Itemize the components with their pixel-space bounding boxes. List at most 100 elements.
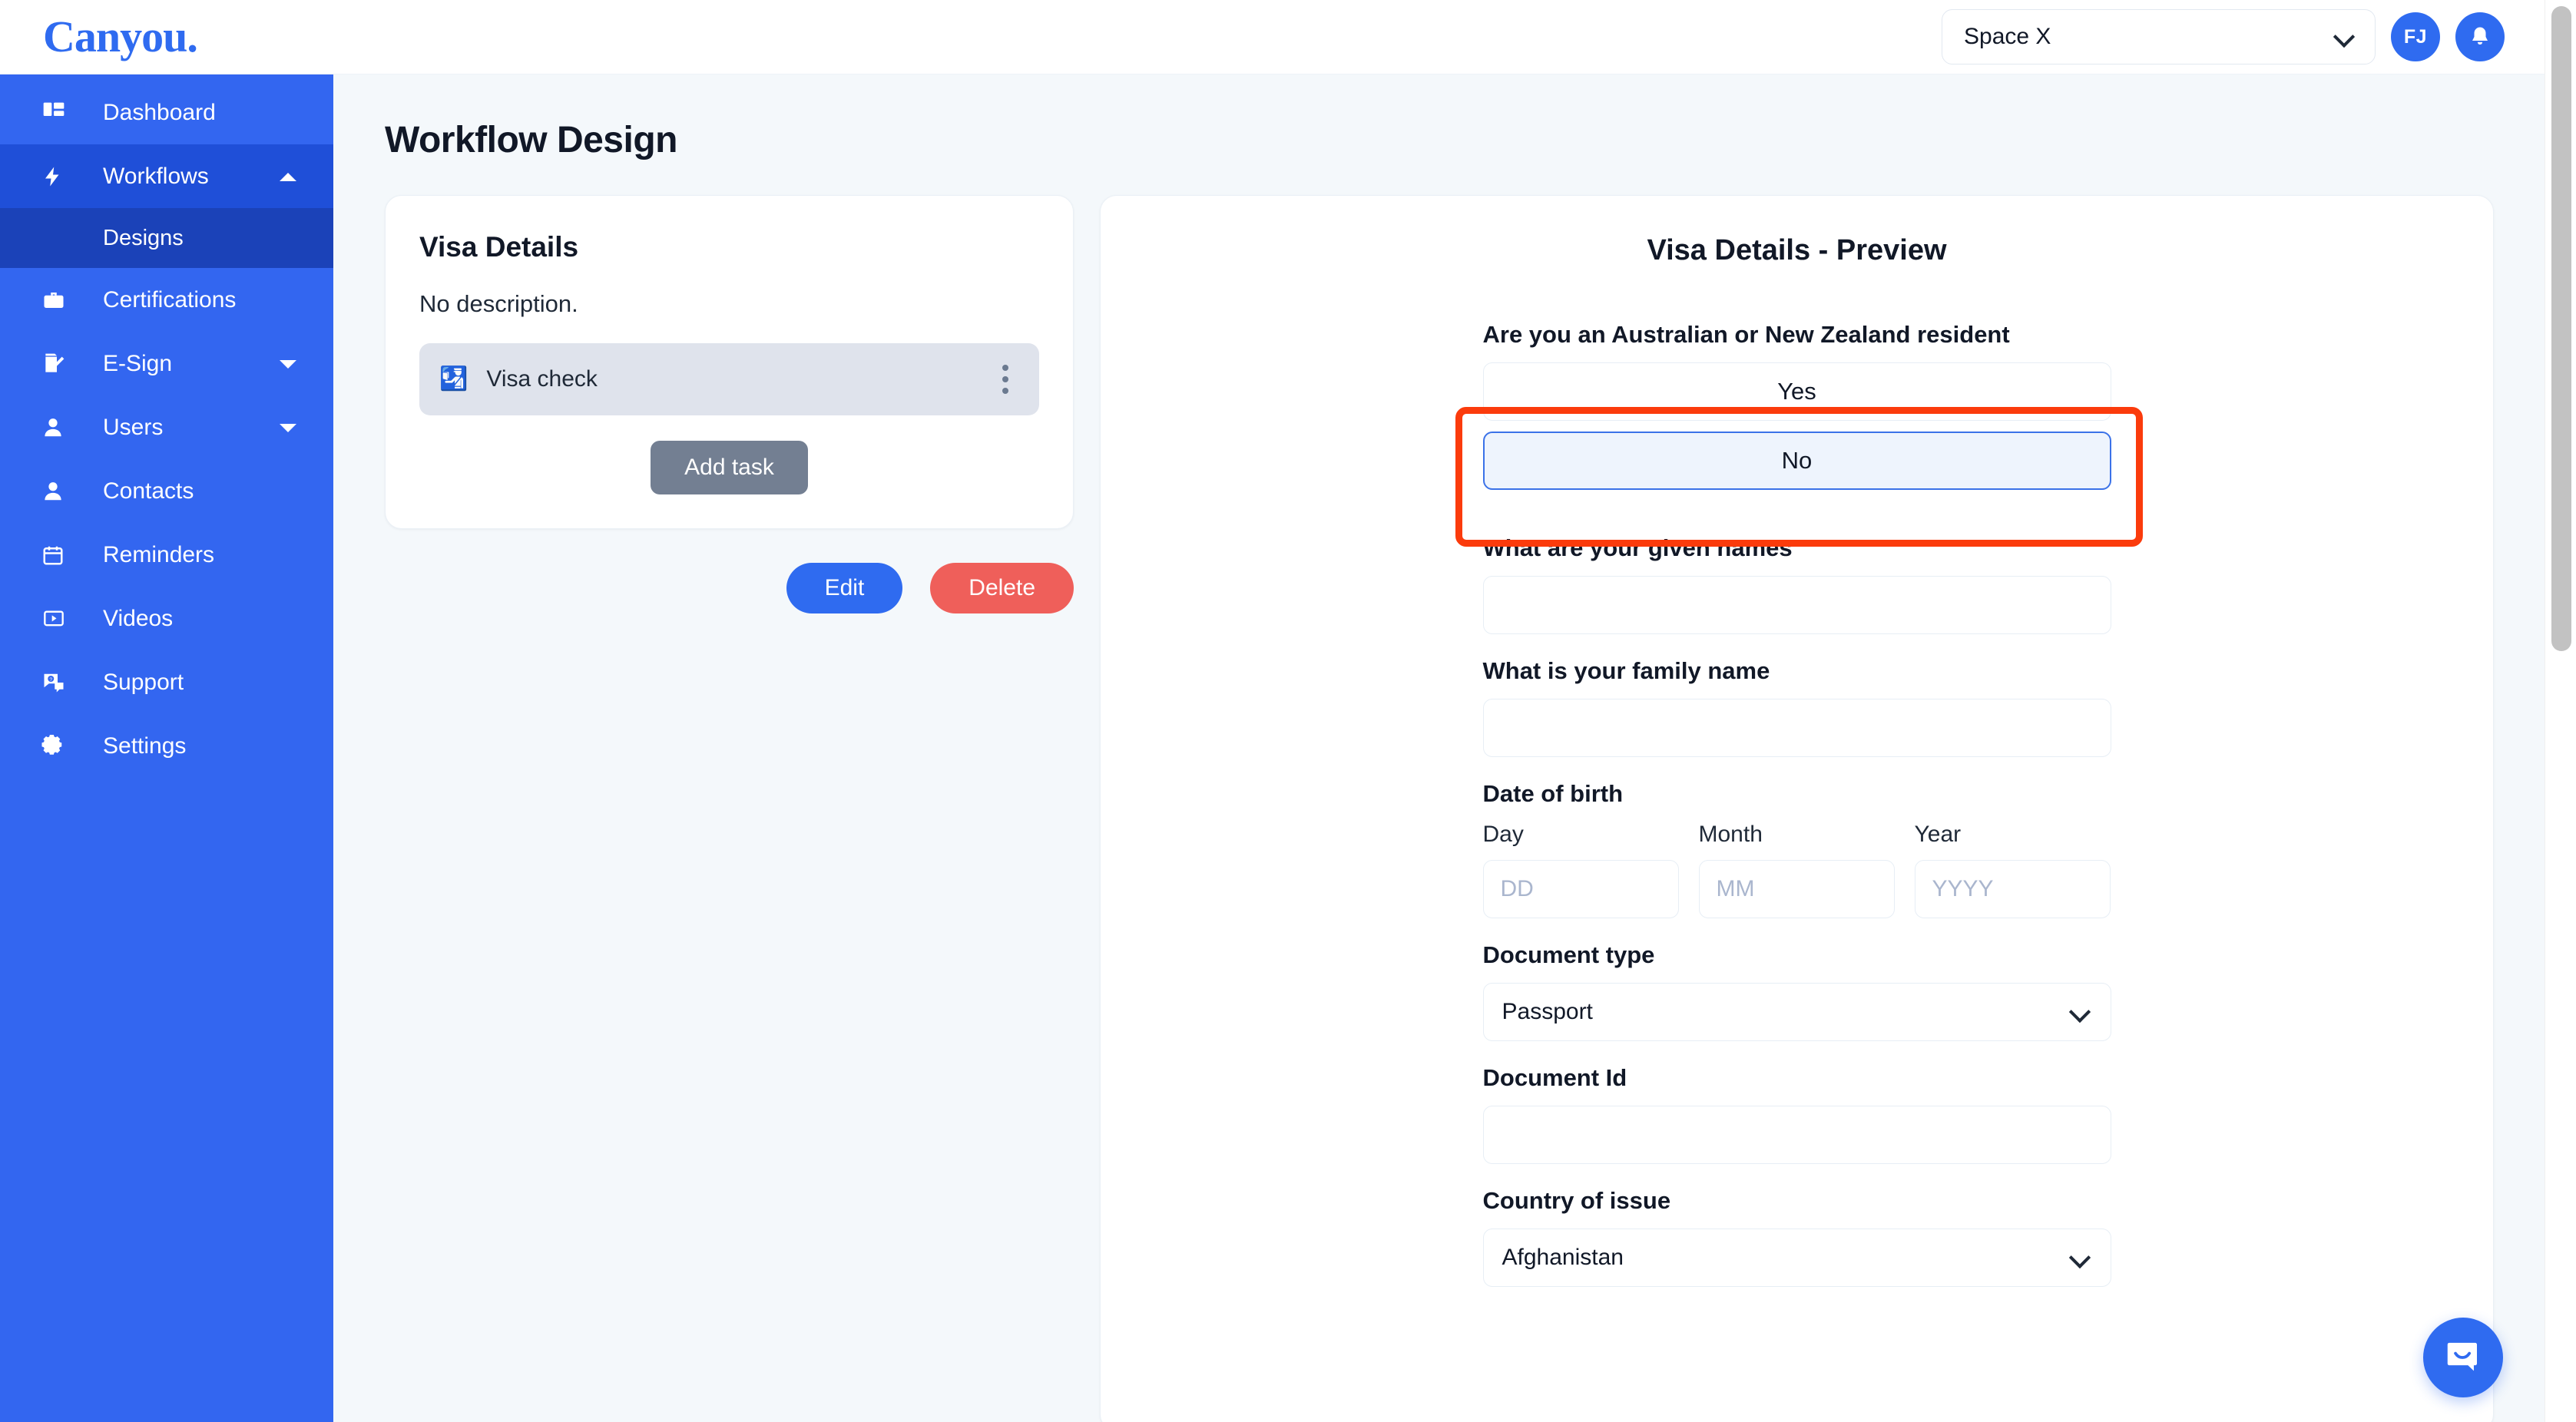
chevron-down-icon — [2071, 1002, 2091, 1022]
organisation-selector-value: Space X — [1964, 24, 2051, 49]
field-label: Document Id — [1482, 1064, 1627, 1091]
top-bar-right: Space X FJ — [1942, 9, 2505, 64]
sidebar-item-e-sign[interactable]: E-Sign — [0, 332, 333, 395]
field-label: What are your given names — [1482, 534, 1793, 561]
app-logo[interactable]: Canyou. — [43, 15, 198, 59]
family-name-input[interactable] — [1482, 699, 2111, 757]
sidebar-item-reminders[interactable]: Reminders — [0, 523, 333, 587]
sidebar-item-workflows[interactable]: Workflows — [0, 144, 333, 208]
dob-day-label: Day — [1482, 822, 1524, 847]
svg-text:?: ? — [49, 676, 52, 682]
delete-button[interactable]: Delete — [930, 563, 1074, 613]
sidebar-item-label: Reminders — [103, 541, 215, 567]
add-task-row: Add task — [419, 441, 1039, 494]
sidebar-item-label: Settings — [103, 732, 187, 759]
sidebar-item-label: Support — [103, 669, 184, 695]
sidebar-item-label: Workflows — [103, 163, 209, 189]
option-label: Yes — [1777, 378, 1816, 405]
field-country-of-issue: Country of issue Afghanistan — [1482, 1187, 2111, 1287]
preview-card: Visa Details - Preview Are you an Austra… — [1100, 195, 2494, 1422]
chevron-up-icon[interactable] — [278, 170, 298, 184]
field-residency: Are you an Australian or New Zealand res… — [1482, 321, 2111, 490]
gear-icon — [41, 731, 75, 762]
calendar-icon — [41, 540, 75, 570]
add-task-button[interactable]: Add task — [651, 441, 808, 494]
signature-icon — [41, 349, 75, 379]
scrollbar-thumb[interactable] — [2551, 6, 2571, 651]
design-title: Visa Details — [419, 231, 579, 263]
document-id-input[interactable] — [1482, 1106, 2111, 1164]
sidebar-item-label: Contacts — [103, 478, 194, 504]
field-label: Are you an Australian or New Zealand res… — [1482, 321, 2010, 348]
sidebar-item-designs[interactable]: Designs — [0, 208, 333, 268]
chevron-down-icon — [2071, 1248, 2091, 1268]
dob-month: Month — [1698, 822, 1895, 918]
field-label: Document type — [1482, 941, 1655, 968]
task-row[interactable]: 🛂 Visa check — [419, 343, 1039, 415]
document-type-value: Passport — [1502, 999, 1593, 1024]
top-bar: Canyou. Space X FJ — [0, 0, 2545, 74]
dob-month-label: Month — [1698, 822, 1763, 847]
sidebar-item-support[interactable]: ? Support — [0, 650, 333, 714]
sidebar: Dashboard Workflows Designs Certificatio… — [0, 74, 333, 1422]
sidebar-item-label: Dashboard — [103, 99, 216, 125]
chevron-down-icon[interactable] — [278, 357, 298, 371]
sidebar-item-certifications[interactable]: Certifications — [0, 268, 333, 332]
app-root: Canyou. Space X FJ Dashboard Workflows D… — [0, 0, 2576, 1422]
option-no[interactable]: No — [1482, 432, 2111, 490]
design-description: No description. — [419, 290, 578, 317]
dob-day: Day — [1482, 822, 1679, 918]
dashboard-grid-icon — [41, 98, 75, 128]
preview-form: Are you an Australian or New Zealand res… — [1482, 321, 2111, 1321]
dob-day-input[interactable] — [1482, 860, 1679, 918]
content-row: Visa Details No description. 🛂 Visa chec… — [333, 161, 2545, 1422]
field-family-name: What is your family name — [1482, 657, 2111, 757]
question-chat-icon: ? — [41, 667, 75, 698]
avatar[interactable]: FJ — [2391, 12, 2440, 61]
document-type-select[interactable]: Passport — [1482, 983, 2111, 1041]
field-given-names: What are your given names — [1482, 534, 2111, 634]
field-date-of-birth: Date of birth Day Month Year — [1482, 780, 2111, 918]
dob-grid: Day Month Year — [1482, 822, 2111, 918]
briefcase-icon — [41, 285, 75, 316]
page-scrollbar[interactable] — [2545, 0, 2576, 1422]
sidebar-item-users[interactable]: Users — [0, 395, 333, 459]
field-document-id: Document Id — [1482, 1064, 2111, 1164]
given-names-input[interactable] — [1482, 576, 2111, 634]
dob-year: Year — [1914, 822, 2111, 918]
option-yes[interactable]: Yes — [1482, 362, 2111, 421]
option-label: No — [1781, 447, 1813, 474]
country-of-issue-select[interactable]: Afghanistan — [1482, 1229, 2111, 1287]
chat-launcher-button[interactable] — [2423, 1318, 2503, 1397]
field-label: Country of issue — [1482, 1187, 1671, 1214]
sidebar-item-settings[interactable]: Settings — [0, 714, 333, 778]
bell-icon — [2472, 27, 2488, 45]
workflow-design-card: Visa Details No description. 🛂 Visa chec… — [385, 195, 1074, 529]
preview-title: Visa Details - Preview — [1647, 234, 1947, 266]
edit-button[interactable]: Edit — [786, 563, 903, 613]
dob-year-input[interactable] — [1914, 860, 2111, 918]
chevron-down-icon — [2335, 27, 2355, 47]
passport-control-icon: 🛂 — [439, 366, 469, 392]
user-icon — [41, 412, 75, 443]
sidebar-item-contacts[interactable]: Contacts — [0, 459, 333, 523]
organisation-selector[interactable]: Space X — [1942, 9, 2376, 64]
sidebar-subitem-label: Designs — [103, 225, 184, 250]
dob-month-input[interactable] — [1698, 860, 1895, 918]
video-play-icon — [41, 604, 75, 634]
field-label: What is your family name — [1482, 657, 1770, 684]
sidebar-item-videos[interactable]: Videos — [0, 587, 333, 650]
sidebar-item-dashboard[interactable]: Dashboard — [0, 81, 333, 144]
dob-year-label: Year — [1914, 822, 1962, 847]
left-column: Visa Details No description. 🛂 Visa chec… — [385, 195, 1074, 1422]
chevron-down-icon[interactable] — [278, 421, 298, 435]
kebab-menu-icon[interactable] — [996, 359, 1015, 400]
field-label: Date of birth — [1482, 780, 1624, 807]
notifications-button[interactable] — [2455, 12, 2505, 61]
